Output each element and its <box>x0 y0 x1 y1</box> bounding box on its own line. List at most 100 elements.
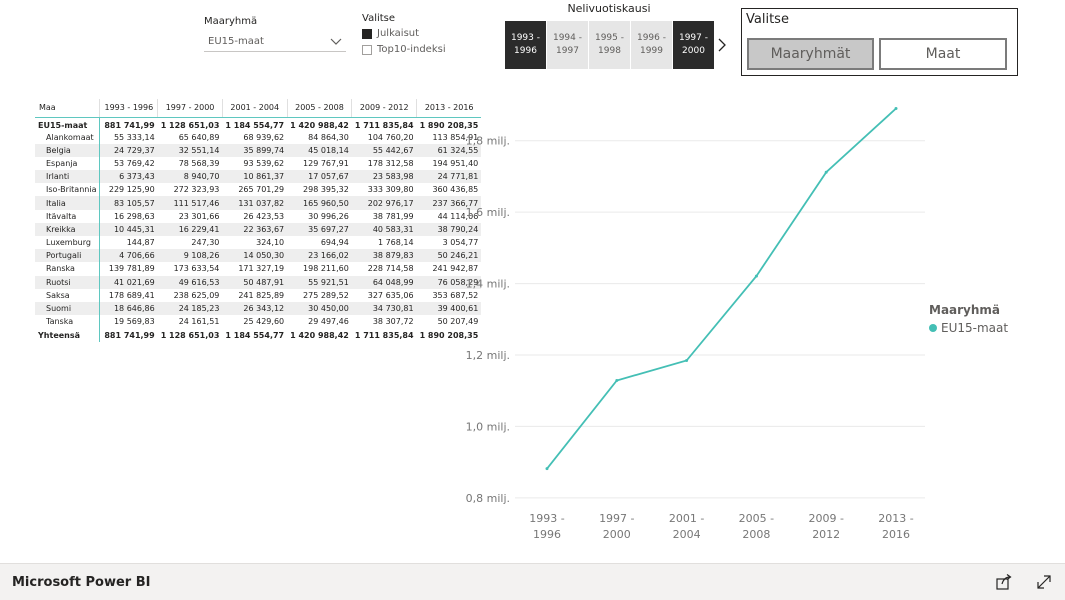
series-line-eu15[interactable] <box>546 107 897 470</box>
table-cell: 265 701,29 <box>238 185 285 195</box>
share-icon[interactable] <box>995 573 1013 591</box>
data-point[interactable] <box>754 274 758 278</box>
x-tick-label: 2004 <box>673 528 701 541</box>
column-header-period[interactable]: 1997 - 2000 <box>157 99 223 118</box>
data-point[interactable] <box>824 170 828 174</box>
table-cell: 19 569,83 <box>113 317 155 327</box>
table-row[interactable]: Suomi 18 646,86 24 185,23 26 343,12 30 450,0… <box>35 301 482 316</box>
row-label: Tanska <box>35 315 101 329</box>
table-cell: 23 166,02 <box>287 249 352 263</box>
y-tick-label: 1,2 milj. <box>466 349 510 362</box>
table-cell: 198 211,60 <box>303 264 349 274</box>
table-row[interactable]: Alankomaat 55 333,14 65 640,89 68 939,62 84 … <box>35 130 481 144</box>
y-tick-label: 1,4 milj. <box>466 278 510 291</box>
x-tick-label: 1996 <box>533 528 561 541</box>
chevron-right-icon[interactable] <box>716 36 728 54</box>
maat-button[interactable]: Maat <box>879 38 1007 70</box>
row-label: Belgia <box>35 143 101 157</box>
table-row[interactable]: Iso-Britannia 229 125,90 272 323,93 265 701… <box>35 183 481 197</box>
table-row[interactable]: Saksa 178 689,41 238 625,09 241 825,89 275 2… <box>35 288 481 302</box>
legend-title: Maaryhmä <box>929 303 1001 317</box>
row-label: Ruotsi <box>35 275 101 289</box>
table-cell: 84 864,30 <box>308 132 349 142</box>
row-label: Espanja <box>35 156 101 171</box>
checkbox-checked-icon <box>362 28 372 39</box>
row-label: Irlanti <box>35 170 101 184</box>
table-row[interactable]: Italia 83 105,57 111 517,46 131 037,82 165 9… <box>35 196 482 210</box>
table-cell: 228 714,58 <box>367 264 414 274</box>
group-dropdown[interactable]: EU15-maat <box>204 32 346 52</box>
x-tick-label: 2013 - <box>878 512 913 525</box>
table-row[interactable]: Itävalta 16 298,63 23 301,66 26 423,53 30 99… <box>35 209 481 223</box>
row-label: Yhteensä <box>35 328 101 342</box>
period-tile[interactable]: 1994 - 1997 <box>547 21 588 69</box>
total-row[interactable]: Yhteensä 881 741,99 1 128 651,03 1 184 554,… <box>35 328 481 342</box>
table-cell: 1 711 835,84 <box>354 120 414 130</box>
table-cell: 34 730,81 <box>351 301 417 316</box>
period-tiles: 1993 -1996 1994 -1997 1995 -1998 1996 -1… <box>505 21 714 69</box>
table-cell: 111 517,46 <box>157 196 223 210</box>
checkbox-label: Julkaisut <box>377 28 420 39</box>
table-cell: 26 423,53 <box>243 211 285 221</box>
column-header-period[interactable]: 2005 - 2008 <box>286 99 352 118</box>
table-cell: 78 568,39 <box>178 158 220 168</box>
table-row[interactable]: Ruotsi 41 021,69 49 616,53 50 487,91 55 921,… <box>35 275 482 289</box>
table-cell: 1 128 651,03 <box>160 331 220 341</box>
table-cell: 4 706,66 <box>99 249 158 263</box>
checkbox-top10[interactable]: Top10-indeksi <box>362 43 472 56</box>
table-row[interactable]: Tanska 19 569,83 24 161,51 25 429,60 29 497,… <box>35 315 481 329</box>
group-row[interactable]: EU15-maat 881 741,99 1 128 651,03 1 184 554… <box>35 117 481 131</box>
table-row[interactable]: Ranska 139 781,89 173 633,54 171 327,19 198 … <box>35 262 481 276</box>
period-tile[interactable]: 1993 - 1996 <box>505 21 546 69</box>
data-point[interactable] <box>685 359 689 363</box>
table-cell: 38 781,99 <box>372 211 414 221</box>
group-slicer: Maaryhmä EU15-maat <box>204 16 346 52</box>
maaryhmat-button[interactable]: Maaryhmät <box>747 38 874 70</box>
view-select-box: Valitse Maaryhmät Maat <box>741 8 1018 76</box>
table-cell: 49 616,53 <box>157 275 223 289</box>
x-tick-label: 2005 - <box>739 512 774 525</box>
table-cell: 881 741,99 <box>104 120 155 130</box>
table-cell: 40 583,31 <box>351 222 417 236</box>
data-point[interactable] <box>894 106 898 110</box>
tile-bottom-text: 1999 <box>640 46 663 56</box>
table-row[interactable]: Luxemburg 144,87 247,30 324,10 694,94 1 768,1… <box>35 236 481 250</box>
table-cell: 35 899,74 <box>222 143 288 157</box>
column-header-period[interactable]: 1993 - 1996 <box>99 99 158 118</box>
checkbox-julkaisut[interactable]: Julkaisut <box>362 27 472 40</box>
column-header-period[interactable]: 2001 - 2004 <box>221 99 288 118</box>
table-row[interactable]: Portugali 4 706,66 9 108,26 14 050,30 23 166… <box>35 249 482 263</box>
data-point[interactable] <box>615 378 619 382</box>
table-cell: 18 646,86 <box>99 301 158 316</box>
table-cell: 1 420 988,42 <box>290 331 349 341</box>
x-tick-label: 1993 - <box>529 512 564 525</box>
period-tile[interactable]: 1997 - 2000 <box>673 21 714 69</box>
legend-item[interactable]: EU15-maat <box>929 321 1008 335</box>
period-tile[interactable]: 1995 - 1998 <box>589 21 630 69</box>
table-cell: 25 429,60 <box>243 317 285 327</box>
table-row[interactable]: Irlanti 6 373,43 8 940,70 10 861,37 17 057,6… <box>35 170 482 184</box>
table-cell: 32 551,14 <box>157 143 223 157</box>
data-point[interactable] <box>545 467 549 471</box>
table-row[interactable]: Kreikka 10 445,31 16 229,41 22 363,67 35 697… <box>35 222 482 236</box>
table-row[interactable]: Espanja 53 769,42 78 568,39 93 539,62 129 76… <box>35 156 481 171</box>
table-cell: 881 741,99 <box>104 331 155 341</box>
period-tile[interactable]: 1996 - 1999 <box>631 21 672 69</box>
column-header-period[interactable]: 2009 - 2012 <box>351 99 417 118</box>
table-cell: 26 343,12 <box>222 301 288 316</box>
column-header-country[interactable]: Maa <box>35 99 100 118</box>
table-cell: 30 996,26 <box>308 211 349 221</box>
table-cell: 327 635,06 <box>367 290 414 300</box>
table-row[interactable]: Belgia 24 729,37 32 551,14 35 899,74 45 018,… <box>35 143 482 157</box>
table-cell: 14 050,30 <box>222 249 288 263</box>
table-cell: 9 108,26 <box>157 249 223 263</box>
select-slicer-label: Valitse <box>362 13 396 24</box>
fullscreen-icon[interactable] <box>1035 573 1053 591</box>
y-tick-label: 0,8 milj. <box>466 492 510 505</box>
table-cell: 178 312,58 <box>367 158 414 168</box>
chart-legend: Maaryhmä EU15-maat <box>929 303 1008 335</box>
table-cell: 35 697,27 <box>287 222 352 236</box>
table-cell: 1 768,14 <box>377 238 414 248</box>
x-tick-label: 2000 <box>603 528 631 541</box>
table-cell: 298 395,32 <box>303 185 349 195</box>
